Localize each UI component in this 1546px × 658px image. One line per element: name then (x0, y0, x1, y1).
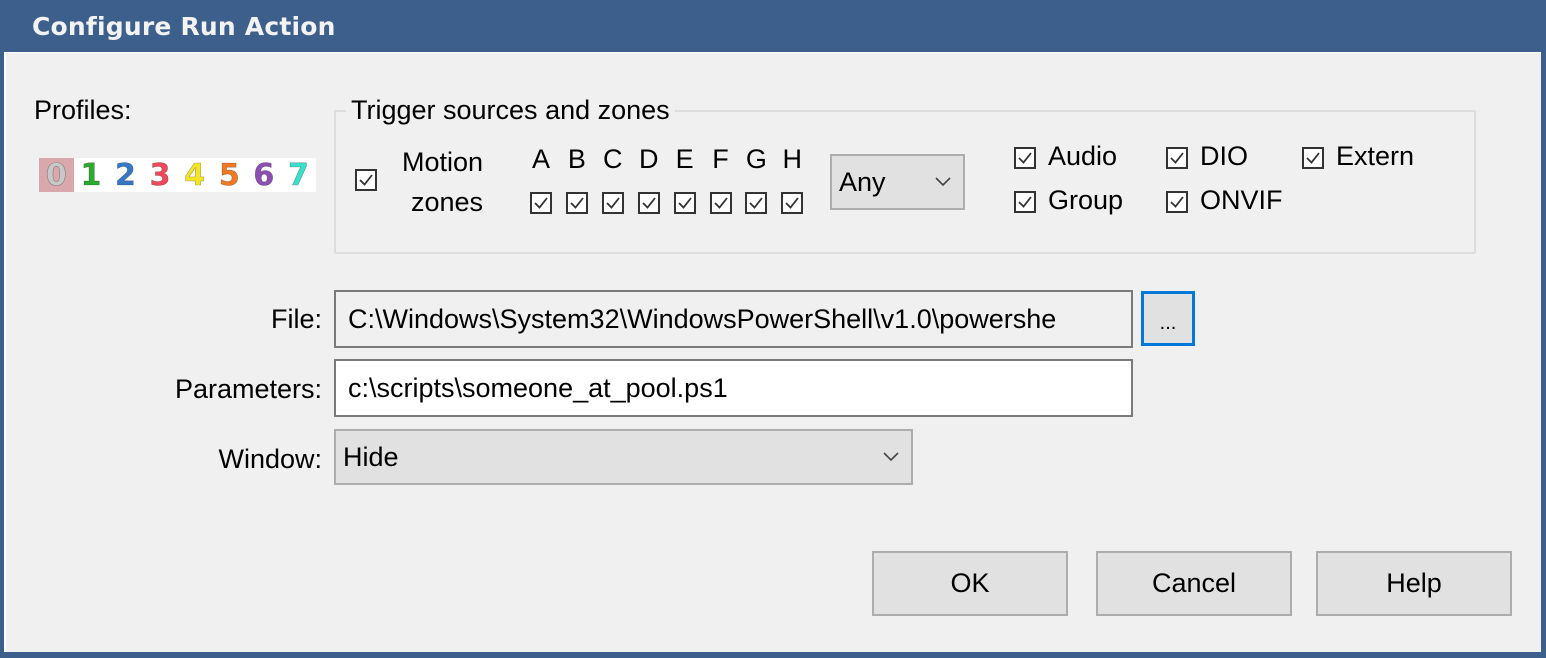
help-button[interactable]: Help (1316, 551, 1512, 616)
file-path-input[interactable]: C:\Windows\System32\WindowsPowerShell\v1… (334, 290, 1133, 348)
zone-checkbox-a[interactable] (530, 192, 552, 214)
zone-label-b: B (567, 144, 586, 174)
zone-label-f: F (712, 144, 729, 174)
profile-6[interactable]: 6 (247, 157, 282, 193)
zone-checkbox-f[interactable] (709, 192, 732, 214)
zone-mode-dropdown[interactable]: Any (830, 154, 965, 210)
profile-5[interactable]: 5 (212, 157, 247, 193)
check-icon (606, 197, 620, 209)
trigger-group-title: Trigger sources and zones (346, 95, 675, 126)
profile-2[interactable]: 2 (108, 157, 143, 193)
zone-label-c: C (603, 144, 623, 174)
zone-label-h: H (782, 144, 803, 174)
parameters-input[interactable]: c:\scripts\someone_at_pool.ps1 (334, 359, 1133, 417)
check-icon (749, 197, 764, 209)
window-label: Window: (218, 444, 322, 474)
extern-label: Extern (1336, 141, 1415, 171)
check-icon (785, 197, 800, 209)
check-icon (1018, 152, 1032, 164)
audio-label: Audio (1048, 141, 1118, 171)
file-path-value: C:\Windows\System32\WindowsPowerShell\v1… (348, 303, 1057, 334)
title-bar[interactable]: Configure Run Action (0, 0, 1546, 52)
check-icon (1170, 152, 1184, 164)
zone-checkbox-g[interactable] (745, 192, 768, 214)
zone-mode-value: Any (839, 166, 886, 197)
profile-1[interactable]: 1 (74, 157, 109, 193)
cancel-button[interactable]: Cancel (1096, 551, 1292, 616)
profiles-label: Profiles: (34, 95, 132, 125)
parameters-value: c:\scripts\someone_at_pool.ps1 (348, 372, 728, 403)
zone-checkbox-d[interactable] (637, 192, 660, 214)
profile-4[interactable]: 4 (177, 157, 212, 193)
check-icon (359, 174, 373, 186)
group-checkbox[interactable] (1014, 191, 1036, 213)
check-icon (1306, 152, 1320, 164)
motion-label-line1: Motion (402, 147, 484, 177)
chevron-down-icon (923, 177, 963, 187)
zone-checkbox-b[interactable] (565, 192, 588, 214)
check-icon (570, 197, 584, 209)
check-icon (1018, 196, 1032, 208)
check-icon (677, 197, 692, 209)
parameters-label: Parameters: (174, 374, 322, 404)
zone-checkbox-c[interactable] (601, 192, 624, 214)
zone-label-d: D (638, 144, 659, 174)
check-icon (534, 197, 548, 209)
browse-button[interactable]: ... (1141, 291, 1195, 346)
profile-0[interactable]: 0 (39, 157, 74, 193)
profile-selector: 01234567 (39, 157, 316, 193)
file-label: File: (270, 304, 322, 334)
motion-label-line2: zones (411, 187, 484, 217)
chevron-down-icon (871, 452, 911, 462)
profile-3[interactable]: 3 (143, 157, 178, 193)
zone-label-a: A (531, 144, 550, 174)
onvif-checkbox[interactable] (1166, 191, 1188, 213)
dio-checkbox[interactable] (1166, 147, 1188, 169)
profile-7[interactable]: 7 (281, 157, 316, 193)
zone-label-g: G (745, 144, 767, 174)
ok-button[interactable]: OK (872, 551, 1068, 616)
zone-label-e: E (675, 144, 694, 174)
zone-checkbox-e[interactable] (673, 192, 696, 214)
zone-checkbox-h[interactable] (781, 192, 804, 214)
check-icon (1170, 196, 1184, 208)
audio-checkbox[interactable] (1014, 147, 1036, 169)
check-icon (642, 197, 656, 209)
onvif-label: ONVIF (1200, 185, 1283, 215)
extern-checkbox[interactable] (1302, 147, 1324, 169)
window-title: Configure Run Action (32, 12, 336, 41)
motion-zones-checkbox[interactable] (355, 169, 377, 191)
window-mode-dropdown[interactable]: Hide (334, 429, 913, 485)
window-mode-value: Hide (343, 441, 399, 472)
group-label: Group (1048, 185, 1124, 215)
dialog-body: Profiles: 01234567 Trigger sources and z… (4, 52, 1541, 652)
check-icon (713, 197, 728, 209)
dio-label: DIO (1200, 141, 1249, 171)
